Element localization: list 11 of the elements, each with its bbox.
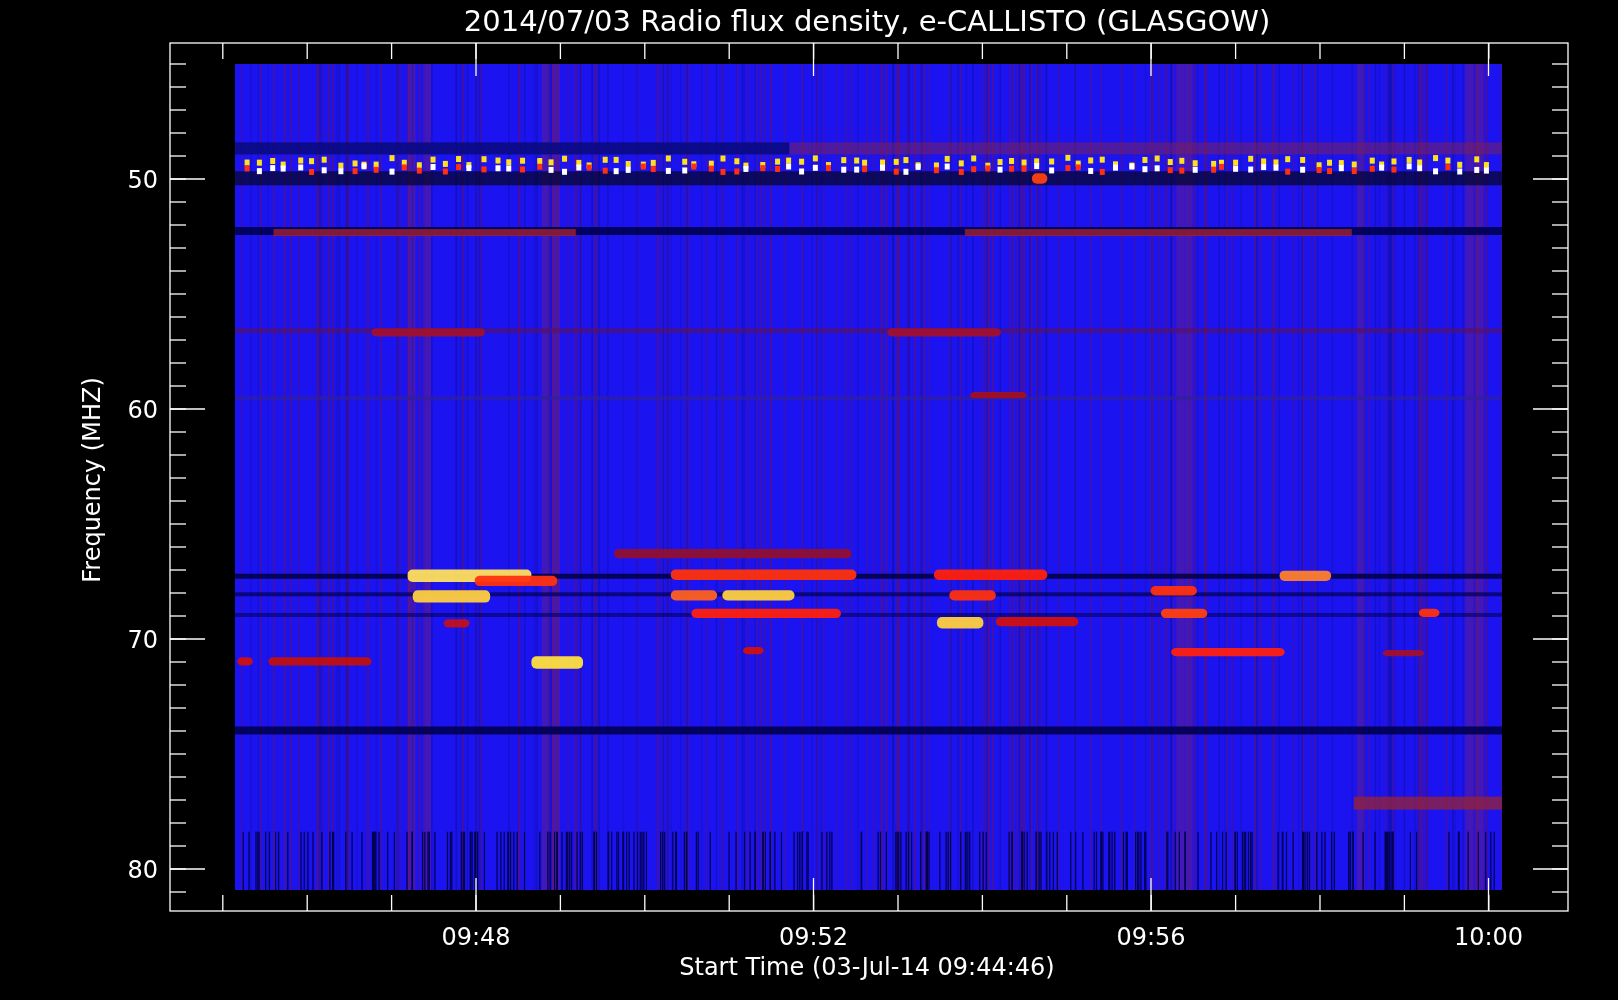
tick-label: 50 — [127, 166, 158, 194]
tick-label: 09:48 — [441, 923, 511, 951]
tick-label: 80 — [127, 856, 158, 884]
tick-label: 60 — [127, 396, 158, 424]
tick-label: 09:52 — [778, 923, 849, 951]
axis-label: Start Time (03-Jul-14 09:44:46) — [679, 953, 1055, 981]
tick-label: 10:00 — [1453, 923, 1524, 951]
tick-label: 09:56 — [1116, 923, 1186, 951]
chart-title: 2014/07/03 Radio flux density, e-CALLISTO (GLASGOW) — [463, 4, 1271, 38]
axis-label: Frequency (MHZ) — [78, 377, 106, 583]
tick-label: 70 — [127, 626, 158, 654]
